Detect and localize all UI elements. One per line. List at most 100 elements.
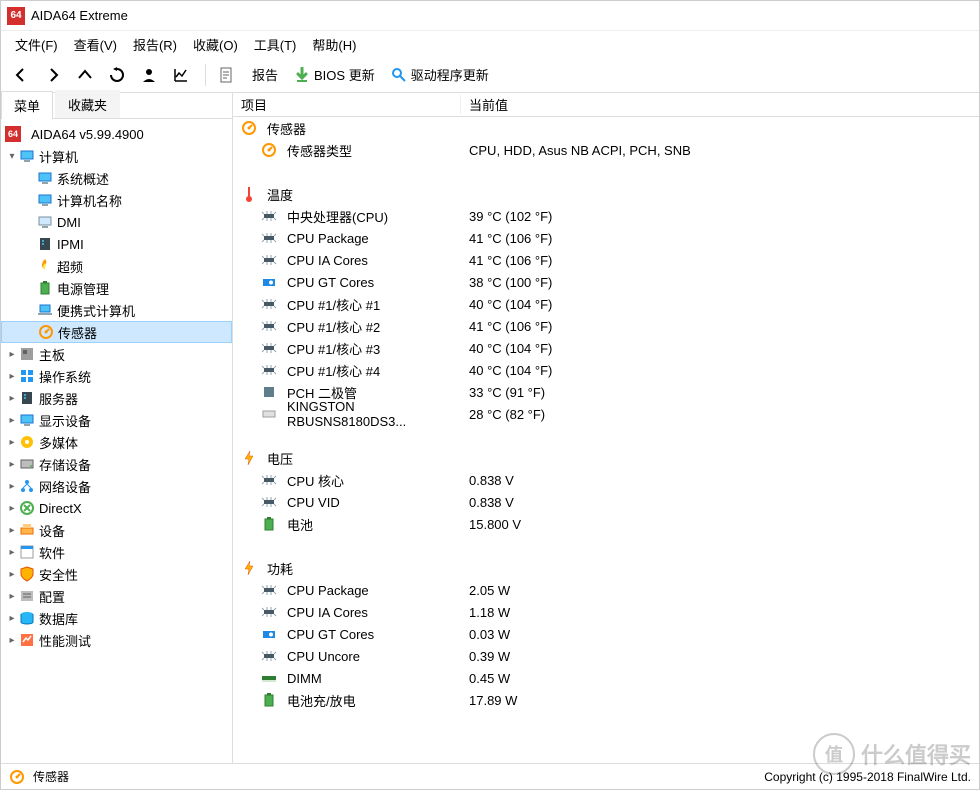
refresh-button[interactable] xyxy=(103,61,131,89)
group-header-2[interactable]: 电压 xyxy=(233,447,979,469)
report-button[interactable]: 报告 xyxy=(244,63,286,86)
forward-button[interactable] xyxy=(39,61,67,89)
twisty-icon[interactable]: ▾ xyxy=(5,151,19,162)
twisty-icon[interactable]: ▸ xyxy=(5,371,19,382)
tree-computer-child-3[interactable]: IPMI xyxy=(1,233,232,255)
bios-update-button[interactable]: BIOS 更新 xyxy=(286,63,383,86)
sensor-icon xyxy=(38,324,54,340)
tree-computer-child-4[interactable]: 超频 xyxy=(1,255,232,277)
twisty-icon[interactable]: ▸ xyxy=(5,503,19,514)
list-row[interactable]: CPU Package41 °C (106 °F) xyxy=(233,227,979,249)
user-button[interactable] xyxy=(135,61,163,89)
tree-node-8[interactable]: ▸设备 xyxy=(1,519,232,541)
twisty-icon[interactable]: ▸ xyxy=(5,349,19,360)
row-label: CPU IA Cores xyxy=(287,253,368,268)
tree-label: 系统概述 xyxy=(57,169,109,188)
menu-item-2[interactable]: 报告(R) xyxy=(125,33,185,56)
tree-node-10[interactable]: ▸安全性 xyxy=(1,563,232,585)
list-row[interactable]: DIMM0.45 W xyxy=(233,667,979,689)
twisty-icon[interactable]: ▸ xyxy=(5,547,19,558)
tree-node-13[interactable]: ▸性能测试 xyxy=(1,629,232,651)
list-row[interactable]: CPU Package2.05 W xyxy=(233,579,979,601)
tree-computer-child-1[interactable]: 计算机名称 xyxy=(1,189,232,211)
status-copyright: Copyright (c) 1995-2018 FinalWire Ltd. xyxy=(764,770,971,784)
list-row[interactable]: 传感器类型CPU, HDD, Asus NB ACPI, PCH, SNB xyxy=(233,139,979,161)
tree-node-1[interactable]: ▸ 操作系统 xyxy=(1,365,232,387)
col-value[interactable]: 当前值 xyxy=(461,95,979,114)
twisty-icon[interactable]: ▸ xyxy=(5,393,19,404)
tree-node-9[interactable]: ▸软件 xyxy=(1,541,232,563)
sensor-list[interactable]: 传感器传感器类型CPU, HDD, Asus NB ACPI, PCH, SNB… xyxy=(233,117,979,763)
tree-label: DirectX xyxy=(39,501,82,516)
list-row[interactable]: CPU VID0.838 V xyxy=(233,491,979,513)
col-item[interactable]: 项目 xyxy=(233,95,461,114)
menubar: 文件(F)查看(V)报告(R)收藏(O)工具(T)帮助(H) xyxy=(1,31,979,57)
twisty-icon[interactable]: ▸ xyxy=(5,613,19,624)
list-row[interactable]: CPU IA Cores41 °C (106 °F) xyxy=(233,249,979,271)
list-row[interactable]: CPU #1/核心 #340 °C (104 °F) xyxy=(233,337,979,359)
list-row[interactable]: CPU #1/核心 #241 °C (106 °F) xyxy=(233,315,979,337)
menu-item-3[interactable]: 收藏(O) xyxy=(185,33,246,56)
tree-label: 存储设备 xyxy=(39,455,91,474)
tree[interactable]: 64AIDA64 v5.99.4900▾计算机系统概述计算机名称DMIIPMI超… xyxy=(1,119,232,763)
tree-computer-child-5[interactable]: 电源管理 xyxy=(1,277,232,299)
tree-node-3[interactable]: ▸ 显示设备 xyxy=(1,409,232,431)
twisty-icon[interactable]: ▸ xyxy=(5,569,19,580)
twisty-icon[interactable]: ▸ xyxy=(5,525,19,536)
list-row[interactable]: CPU 核心0.838 V xyxy=(233,469,979,491)
back-button[interactable] xyxy=(7,61,35,89)
chip-icon xyxy=(261,296,277,312)
tree-node-7[interactable]: ▸ DirectX xyxy=(1,497,232,519)
twisty-icon[interactable]: ▸ xyxy=(5,415,19,426)
twisty-icon[interactable]: ▸ xyxy=(5,481,19,492)
up-button[interactable] xyxy=(71,61,99,89)
menu-item-0[interactable]: 文件(F) xyxy=(7,33,66,56)
list-row[interactable]: CPU IA Cores1.18 W xyxy=(233,601,979,623)
tree-computer-child-2[interactable]: DMI xyxy=(1,211,232,233)
gpu-icon xyxy=(261,626,277,642)
report-icon-button[interactable] xyxy=(212,61,240,89)
twisty-icon[interactable]: ▸ xyxy=(5,635,19,646)
tree-label: 显示设备 xyxy=(39,411,91,430)
tree-computer-child-7[interactable]: 传感器 xyxy=(1,321,232,343)
tree-root[interactable]: 64AIDA64 v5.99.4900 xyxy=(1,123,232,145)
twisty-icon[interactable]: ▸ xyxy=(5,591,19,602)
tree-node-12[interactable]: ▸数据库 xyxy=(1,607,232,629)
list-row[interactable]: 电池15.800 V xyxy=(233,513,979,535)
group-header-1[interactable]: 温度 xyxy=(233,183,979,205)
tree-computer-child-0[interactable]: 系统概述 xyxy=(1,167,232,189)
menu-item-1[interactable]: 查看(V) xyxy=(66,33,125,56)
chart-button[interactable] xyxy=(167,61,195,89)
tree-node-11[interactable]: ▸配置 xyxy=(1,585,232,607)
list-row[interactable]: CPU #1/核心 #440 °C (104 °F) xyxy=(233,359,979,381)
twisty-icon[interactable]: ▸ xyxy=(5,459,19,470)
tree-computer[interactable]: ▾计算机 xyxy=(1,145,232,167)
database-icon xyxy=(19,610,35,626)
tree-label: 网络设备 xyxy=(39,477,91,496)
list-row[interactable]: 中央处理器(CPU)39 °C (102 °F) xyxy=(233,205,979,227)
tree-label: 操作系统 xyxy=(39,367,91,386)
tree-node-5[interactable]: ▸ 存储设备 xyxy=(1,453,232,475)
group-header-0[interactable]: 传感器 xyxy=(233,117,979,139)
software-icon xyxy=(19,544,35,560)
row-label: CPU #1/核心 #3 xyxy=(287,339,380,358)
list-row[interactable]: CPU GT Cores0.03 W xyxy=(233,623,979,645)
tab-menu[interactable]: 菜单 xyxy=(1,91,53,119)
tree-computer-child-6[interactable]: 便携式计算机 xyxy=(1,299,232,321)
tree-node-6[interactable]: ▸ 网络设备 xyxy=(1,475,232,497)
list-row[interactable]: KINGSTON RBUSNS8180DS3...28 °C (82 °F) xyxy=(233,403,979,425)
list-row[interactable]: 电池充/放电17.89 W xyxy=(233,689,979,711)
tree-node-2[interactable]: ▸服务器 xyxy=(1,387,232,409)
tab-favorites[interactable]: 收藏夹 xyxy=(55,90,120,118)
menu-item-5[interactable]: 帮助(H) xyxy=(304,33,364,56)
list-row[interactable]: CPU GT Cores38 °C (100 °F) xyxy=(233,271,979,293)
menu-item-4[interactable]: 工具(T) xyxy=(246,33,305,56)
chevron-up-icon xyxy=(77,67,93,83)
tree-node-4[interactable]: ▸多媒体 xyxy=(1,431,232,453)
list-row[interactable]: CPU Uncore0.39 W xyxy=(233,645,979,667)
list-row[interactable]: CPU #1/核心 #140 °C (104 °F) xyxy=(233,293,979,315)
driver-update-button[interactable]: 驱动程序更新 xyxy=(383,63,497,86)
tree-node-0[interactable]: ▸主板 xyxy=(1,343,232,365)
group-header-3[interactable]: 功耗 xyxy=(233,557,979,579)
twisty-icon[interactable]: ▸ xyxy=(5,437,19,448)
